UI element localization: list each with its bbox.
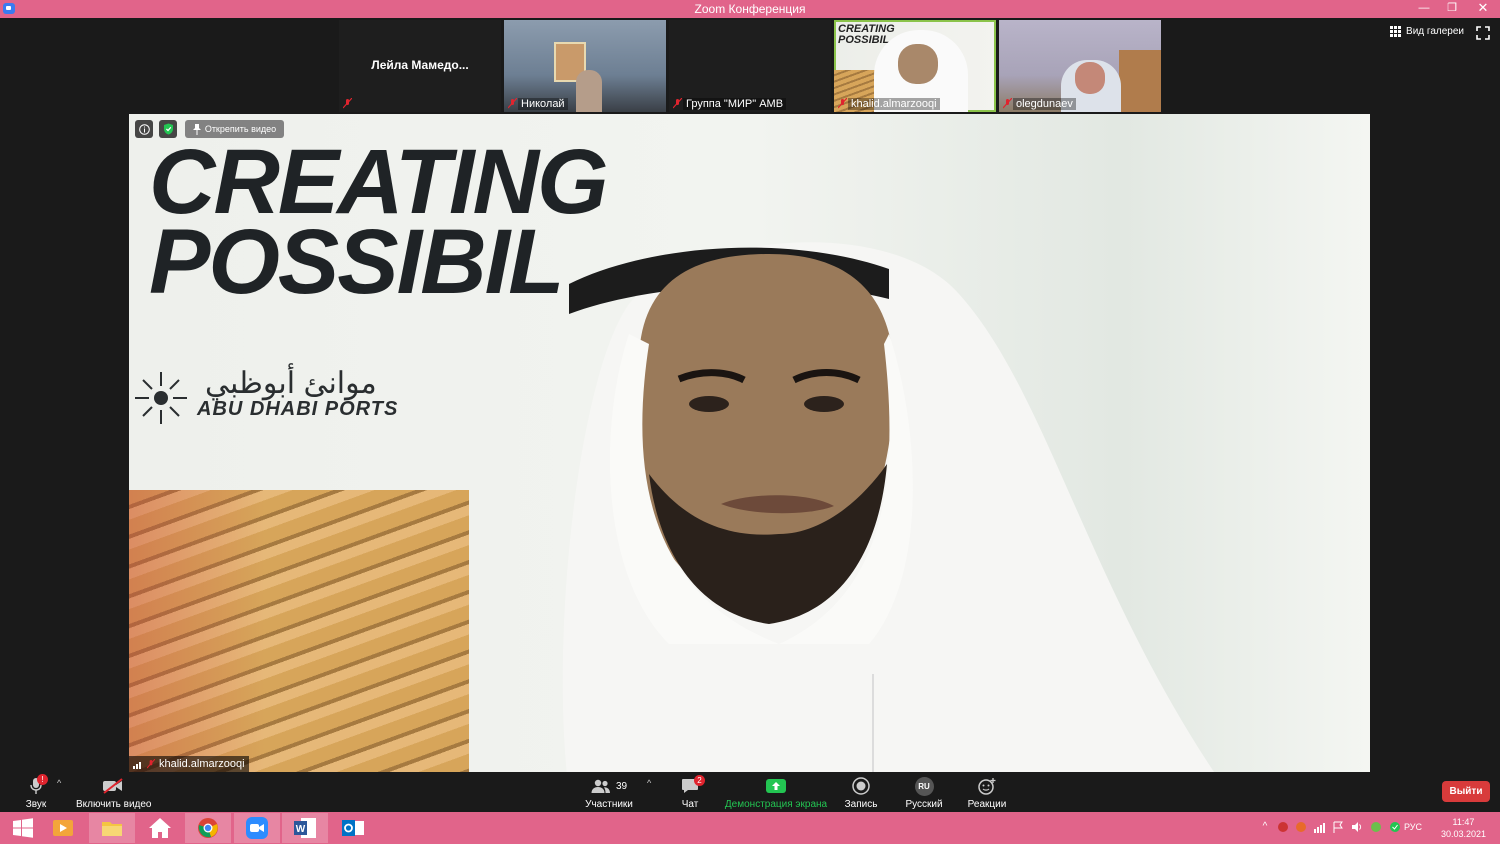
- participant-name: olegdunaev: [1013, 98, 1076, 110]
- title-bar: Zoom Конференция — ❐ ✕: [0, 0, 1500, 18]
- participant-video-figure: [562, 242, 1215, 772]
- audio-label: Звук: [25, 799, 47, 810]
- grid-icon: [1390, 26, 1402, 37]
- keyboard-language-indicator[interactable]: РУС: [1404, 822, 1422, 832]
- gallery-view-button[interactable]: Вид галереи: [1390, 26, 1464, 37]
- interpretation-language-button[interactable]: RU Русский: [903, 776, 945, 810]
- logo-arabic-text: موانئ أبوظبي: [205, 367, 377, 400]
- network-tray-icon[interactable]: [1313, 821, 1327, 835]
- fullscreen-icon: [1476, 26, 1490, 40]
- signal-strength-icon: [133, 761, 141, 769]
- meeting-info-button[interactable]: [135, 120, 153, 138]
- participant-name: khalid.almarzooqi: [848, 98, 940, 110]
- participant-tile-active-speaker[interactable]: CREATING POSSIBIL khalid.almarzooqi: [834, 20, 996, 112]
- share-screen-label: Демонстрация экрана: [724, 799, 828, 810]
- shield-icon: [163, 123, 173, 135]
- home-taskbar-icon[interactable]: [137, 813, 183, 843]
- participant-name: khalid.almarzooqi: [159, 758, 245, 770]
- audio-warning-badge: !: [37, 774, 48, 785]
- unpin-video-label: Открепить видео: [204, 124, 277, 134]
- gallery-view-label: Вид галереи: [1406, 26, 1464, 37]
- chat-button[interactable]: 2 Чат: [676, 775, 705, 810]
- unpin-video-button[interactable]: Открепить видео: [185, 120, 284, 138]
- audio-button[interactable]: ! Звук: [18, 774, 54, 810]
- protection-tray-icon[interactable]: [1388, 821, 1402, 835]
- volume-tray-icon[interactable]: [1350, 821, 1364, 835]
- main-video-name-label: khalid.almarzooqi: [129, 756, 249, 772]
- outlook-taskbar-icon[interactable]: [330, 813, 376, 843]
- media-player-taskbar-icon[interactable]: [40, 813, 86, 843]
- record-button[interactable]: Запись: [843, 776, 879, 810]
- participant-silhouette: [576, 70, 602, 112]
- door-background: [1119, 50, 1161, 112]
- participants-label: Участники: [585, 799, 633, 810]
- info-icon: [138, 123, 150, 135]
- show-hidden-icons-caret-icon[interactable]: ^: [1258, 821, 1272, 835]
- abu-dhabi-ports-logo-icon: [135, 372, 187, 424]
- file-explorer-taskbar-icon[interactable]: [89, 813, 135, 843]
- language-globe-icon: RU: [914, 776, 934, 796]
- taskbar-clock[interactable]: 11:47 30.03.2021: [1441, 816, 1486, 840]
- start-video-label: Включить видео: [76, 799, 152, 810]
- clock-date: 30.03.2021: [1440, 829, 1486, 839]
- participant-name: Николай: [518, 98, 568, 110]
- share-screen-icon: [766, 779, 786, 793]
- muted-mic-icon: [1003, 98, 1012, 109]
- chrome-taskbar-icon[interactable]: [185, 813, 231, 843]
- record-icon: [852, 777, 870, 795]
- reactions-label: Реакции: [967, 799, 1007, 810]
- app-tray-icon[interactable]: [1369, 821, 1383, 835]
- participant-tile[interactable]: Николай: [504, 20, 666, 112]
- reactions-icon: [978, 778, 996, 795]
- close-button[interactable]: ✕: [1466, 0, 1500, 18]
- participants-icon: [591, 779, 610, 793]
- participant-face: [898, 44, 938, 84]
- security-tray-icon[interactable]: [1294, 821, 1308, 835]
- port-photo: [129, 490, 469, 772]
- participants-options-caret-icon[interactable]: ^: [647, 778, 651, 788]
- chat-unread-badge: 2: [694, 775, 705, 786]
- participants-button[interactable]: 39 Участники: [583, 776, 635, 810]
- windows-taskbar: W ^ РУС 11:47 30.03.2021: [0, 812, 1500, 844]
- reactions-button[interactable]: Реакции: [965, 776, 1009, 810]
- clock-time: 11:47: [1452, 817, 1475, 827]
- start-video-button[interactable]: Включить видео: [76, 776, 152, 810]
- windows-logo-icon: [13, 818, 33, 838]
- logo-english-text: ABU DHABI PORTS: [197, 398, 399, 420]
- participant-tile[interactable]: Группа "МИР" АМВ: [669, 20, 831, 112]
- record-label: Запись: [844, 799, 878, 810]
- muted-mic-icon: [147, 759, 155, 769]
- participants-count: 39: [615, 780, 628, 792]
- participant-tile[interactable]: Лейла Мамедо...: [339, 20, 501, 112]
- audio-options-caret-icon[interactable]: ^: [57, 778, 61, 788]
- video-off-icon: [103, 778, 123, 794]
- share-screen-button[interactable]: Демонстрация экрана: [724, 776, 828, 810]
- zoom-meeting-window: Лейла Мамедо... Николай Группа "МИР" АМВ…: [0, 18, 1500, 812]
- antivirus-tray-icon[interactable]: [1276, 821, 1290, 835]
- leave-meeting-button[interactable]: Выйти: [1442, 781, 1490, 802]
- muted-mic-icon: [508, 98, 517, 109]
- security-button[interactable]: [159, 120, 177, 138]
- participant-face: [1075, 62, 1105, 94]
- window-title: Zoom Конференция: [694, 2, 806, 16]
- zoom-taskbar-icon[interactable]: [234, 813, 280, 843]
- participant-tile[interactable]: olegdunaev: [999, 20, 1161, 112]
- restore-button[interactable]: ❐: [1438, 0, 1466, 18]
- fullscreen-button[interactable]: [1476, 26, 1492, 42]
- muted-mic-icon: [343, 98, 352, 109]
- svg-text:W: W: [296, 824, 306, 835]
- action-center-flag-icon[interactable]: [1331, 821, 1345, 835]
- pin-icon: [192, 123, 201, 135]
- muted-mic-icon: [673, 98, 682, 109]
- minimize-button[interactable]: —: [1410, 0, 1438, 18]
- language-label: Русский: [905, 799, 943, 810]
- main-video[interactable]: CREATING POSSIBIL موانئ أبوظبي ABU DHABI…: [129, 114, 1370, 772]
- word-taskbar-icon[interactable]: W: [282, 813, 328, 843]
- chat-label: Чат: [681, 799, 699, 810]
- muted-mic-icon: [838, 98, 847, 109]
- participant-name: Лейла Мамедо...: [371, 58, 469, 72]
- participant-name: Группа "МИР" АМВ: [683, 98, 787, 110]
- meeting-toolbar: ! Звук ^ Включить видео 39 Участники ^ 2…: [0, 772, 1500, 812]
